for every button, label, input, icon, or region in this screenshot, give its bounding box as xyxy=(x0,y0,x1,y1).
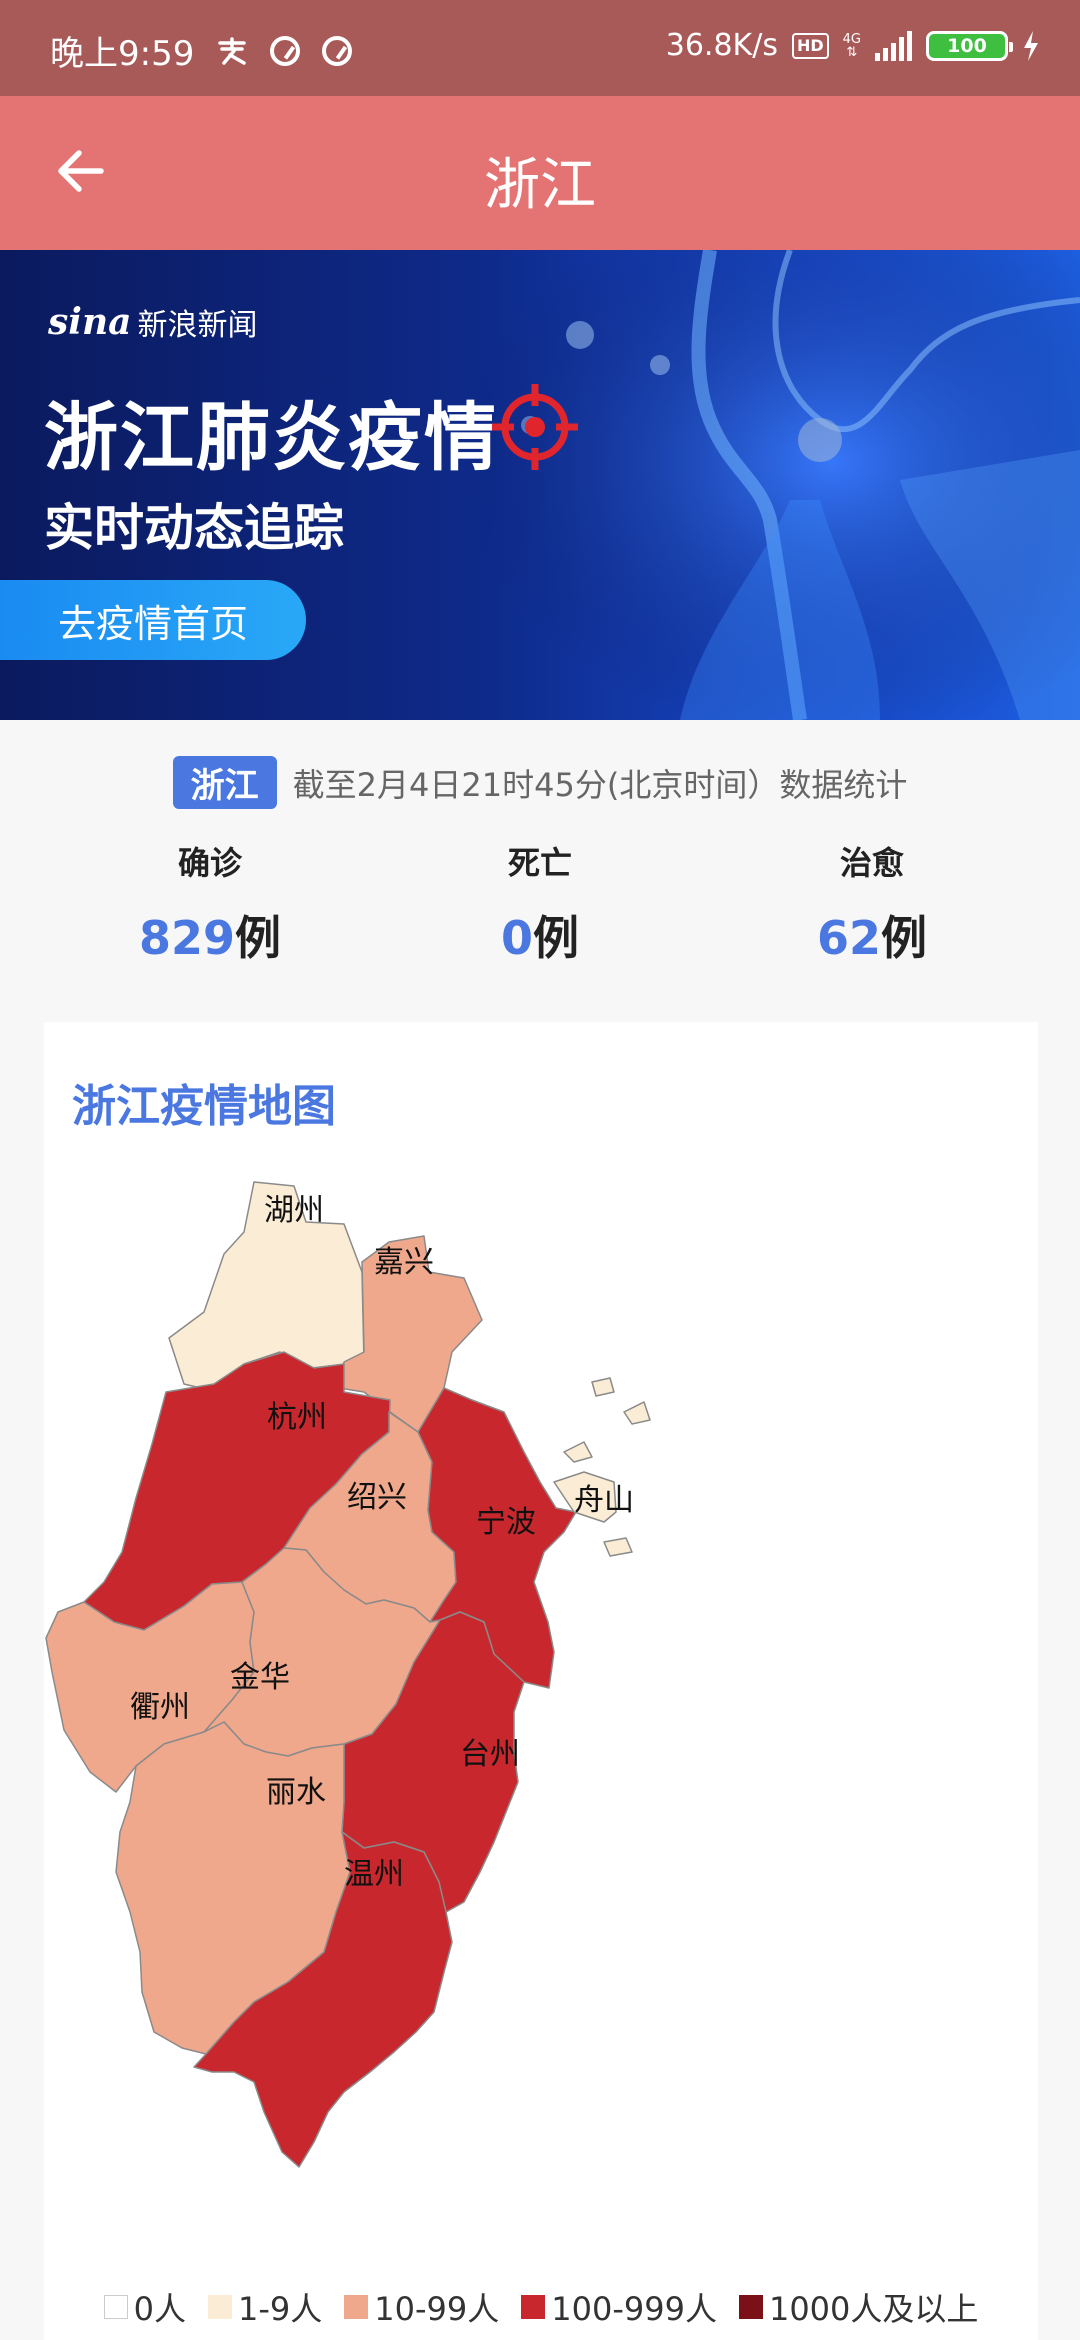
region-zhoushan[interactable] xyxy=(553,1377,651,1557)
banner-subtitle: 实时动态追踪 xyxy=(44,499,344,557)
city-label-taizhou: 台州 xyxy=(460,1737,520,1772)
city-label-wenzhou: 温州 xyxy=(344,1857,404,1892)
lung-illustration-icon xyxy=(460,250,1080,720)
stat-unit: 例 xyxy=(533,911,579,965)
city-label-ningbo: 宁波 xyxy=(476,1505,536,1540)
stat-recovered: 治愈 62例 xyxy=(722,838,1022,968)
go-epidemic-home-button[interactable]: 去疫情首页 xyxy=(0,580,306,660)
charging-icon xyxy=(1022,30,1040,61)
stat-label: 确诊 xyxy=(177,844,242,882)
legend-item[interactable]: 1-9人 xyxy=(207,2284,323,2330)
stat-unit: 例 xyxy=(235,911,282,965)
map-legend: 0人 1-9人 10-99人 100-999人 1000人及以上 xyxy=(44,2284,1038,2330)
sina-logo: sina 新浪新闻 xyxy=(48,301,258,343)
battery-icon: 100 xyxy=(926,30,1013,61)
stat-unit: 例 xyxy=(881,911,927,965)
app-bar: 浙江 xyxy=(0,96,1080,250)
notification-icon xyxy=(270,35,301,66)
stats-section: 浙江 截至2月4日21时45分(北京时间）数据统计 确诊 829例 死亡 0例 … xyxy=(0,720,1080,1020)
legend-label: 1000人及以上 xyxy=(768,2290,979,2328)
legend-label: 10-99人 xyxy=(374,2290,500,2328)
city-label-hangzhou: 杭州 xyxy=(267,1400,327,1435)
notification-icon-2 xyxy=(322,35,353,66)
stat-value: 0 xyxy=(500,911,533,965)
city-label-lishui: 丽水 xyxy=(266,1775,326,1810)
stat-value: 62 xyxy=(816,911,881,965)
legend-item[interactable]: 10-99人 xyxy=(344,2284,499,2330)
region-badge: 浙江 xyxy=(172,756,277,809)
stats-header: 浙江 截至2月4日21时45分(北京时间）数据统计 xyxy=(0,756,1080,809)
stat-label: 治愈 xyxy=(839,844,904,882)
legend-item[interactable]: 100-999人 xyxy=(521,2284,717,2330)
banner-title: 浙江肺炎疫情 xyxy=(44,395,500,481)
alipay-icon xyxy=(216,35,248,67)
legend-item[interactable]: 0人 xyxy=(103,2284,186,2330)
city-label-quzhou: 衢州 xyxy=(130,1690,190,1725)
epidemic-banner[interactable]: sina 新浪新闻 浙江肺炎疫情 实时动态追踪 去疫情首页 xyxy=(0,250,1080,720)
legend-swatch xyxy=(103,2295,128,2319)
legend-swatch xyxy=(738,2295,763,2319)
stat-value: 829 xyxy=(138,911,236,965)
city-label-shaoxing: 绍兴 xyxy=(347,1480,407,1515)
map-title: 浙江疫情地图 xyxy=(72,1081,336,1132)
legend-swatch xyxy=(344,2295,369,2319)
stat-deaths: 死亡 0例 xyxy=(390,838,690,968)
legend-item[interactable]: 1000人及以上 xyxy=(738,2284,979,2330)
legend-label: 100-999人 xyxy=(551,2290,717,2328)
network-type-icon: 4G ⇅ xyxy=(842,31,861,60)
legend-label: 0人 xyxy=(133,2290,186,2328)
stat-label: 死亡 xyxy=(507,844,572,882)
city-label-jiaxing: 嘉兴 xyxy=(374,1245,434,1280)
city-label-jinhua: 金华 xyxy=(230,1660,290,1695)
signal-icon xyxy=(875,30,912,61)
city-label-huzhou: 湖州 xyxy=(264,1193,324,1228)
map-card: 浙江疫情地图 湖州 嘉兴 杭州 绍兴 宁波 舟山 衢州 金华 台州 丽水 温州 … xyxy=(44,1022,1038,2340)
page-title: 浙江 xyxy=(484,153,596,218)
status-time: 晚上9:59 xyxy=(50,34,195,74)
legend-swatch xyxy=(521,2295,546,2319)
status-bar: 晚上9:59 36.8K/s HD 4G ⇅ 100 xyxy=(0,0,1080,96)
legend-swatch xyxy=(207,2295,232,2319)
zhejiang-map[interactable]: 湖州 嘉兴 杭州 绍兴 宁波 舟山 衢州 金华 台州 丽水 温州 xyxy=(44,1152,1038,2262)
hd-icon: HD xyxy=(791,32,829,59)
network-speed: 36.8K/s xyxy=(665,28,778,63)
city-label-zhoushan: 舟山 xyxy=(574,1483,634,1518)
target-icon xyxy=(492,384,578,470)
stats-timestamp: 截至2月4日21时45分(北京时间）数据统计 xyxy=(292,765,908,804)
legend-label: 1-9人 xyxy=(237,2290,323,2328)
stat-confirmed: 确诊 829例 xyxy=(60,838,360,968)
